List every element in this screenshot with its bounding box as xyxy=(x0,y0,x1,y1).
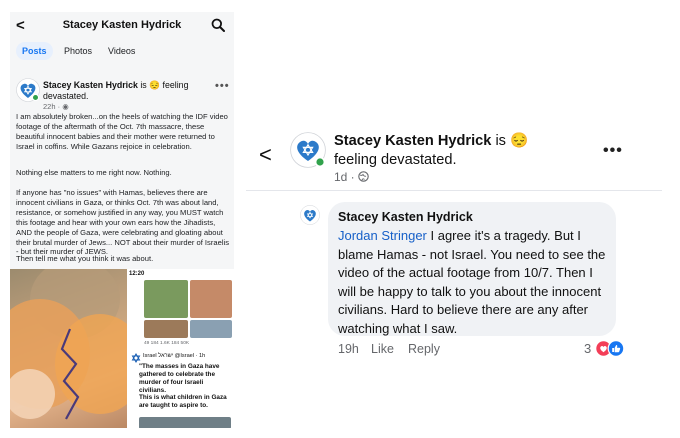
feeling-text: feeling devastated. xyxy=(334,152,457,168)
tweet-text-2: This is what children in Gaza are taught… xyxy=(139,394,227,409)
post-photo-woman[interactable] xyxy=(10,269,132,428)
globe-icon: ◉ xyxy=(62,102,69,111)
left-post-screenshot: < Stacey Kasten Hydrick Posts Photos Vid… xyxy=(10,12,234,428)
status-time: 12:20 xyxy=(129,271,145,277)
tweet-stats: 49 184 1.6K 184 50K xyxy=(144,341,190,346)
reaction-count: 3 xyxy=(584,341,592,356)
post-paragraph: I am absolutely broken...on the heels of… xyxy=(16,112,228,151)
post-timestamp: 1d · xyxy=(334,170,355,184)
tab-posts[interactable]: Posts xyxy=(16,42,53,60)
photo-baby xyxy=(190,320,232,338)
profile-title: Stacey Kasten Hydrick xyxy=(62,19,182,31)
photo-family xyxy=(144,280,188,318)
tab-videos[interactable]: Videos xyxy=(102,42,141,60)
profile-header: < Stacey Kasten Hydrick xyxy=(10,12,234,40)
more-options-icon[interactable]: ••• xyxy=(603,142,623,160)
comment-text: Jordan Stringer I agree it's a tragedy. … xyxy=(338,227,606,339)
author-name[interactable]: Stacey Kasten Hydrick xyxy=(43,80,138,90)
israel-flag-icon xyxy=(131,353,141,363)
more-options-icon[interactable]: ••• xyxy=(215,80,230,92)
reply-button[interactable]: Reply xyxy=(408,342,440,356)
post-author-line: Stacey Kasten Hydrick is 😔 feeling devas… xyxy=(334,132,574,170)
broken-heart-crack xyxy=(60,328,80,420)
post-timestamp: 22h · xyxy=(43,102,61,111)
feeling-emoji: 😔 xyxy=(510,133,529,149)
mention-link[interactable]: Jordan Stringer xyxy=(338,228,427,243)
post-paragraph: If anyone has "no issues" with Hamas, be… xyxy=(16,188,229,257)
globe-icon xyxy=(358,171,369,182)
post-author-line: Stacey Kasten Hydrick is 😔 feeling devas… xyxy=(43,80,213,102)
reaction-icons xyxy=(595,340,625,357)
comment-author[interactable]: Stacey Kasten Hydrick xyxy=(338,209,606,225)
avatar[interactable] xyxy=(290,132,326,168)
tab-photos[interactable]: Photos xyxy=(58,42,98,60)
photo-mother xyxy=(144,320,188,338)
comment-time: 19h xyxy=(338,342,359,356)
photo-children xyxy=(190,280,232,318)
like-button[interactable]: Like xyxy=(371,342,394,356)
tweet-text-1: "The masses in Gaza have gathered to cel… xyxy=(139,363,220,394)
tweet-video-thumbnail[interactable] xyxy=(139,417,231,428)
post-photo-tweet[interactable]: 12:20 49 184 1.6K 184 50K Israel ישראל @… xyxy=(127,269,234,428)
comment-body: I agree it's a tragedy. But I blame Hama… xyxy=(338,228,606,336)
divider xyxy=(246,190,662,191)
comment-bubble: Stacey Kasten Hydrick Jordan Stringer I … xyxy=(328,202,616,336)
feeling-prefix: is xyxy=(140,80,147,90)
avatar[interactable] xyxy=(16,78,40,102)
post-time: 1d · xyxy=(334,170,369,184)
back-icon[interactable]: < xyxy=(259,142,272,168)
search-icon[interactable] xyxy=(211,18,225,32)
post-paragraph: Nothing else matters to me right now. No… xyxy=(16,168,172,177)
like-reaction-icon xyxy=(607,340,625,357)
feeling-emoji: 😔 xyxy=(149,80,161,90)
author-name[interactable]: Stacey Kasten Hydrick xyxy=(334,133,491,149)
comment-avatar[interactable] xyxy=(300,205,320,225)
tweet-account[interactable]: Israel ישראל @Israel · 1h xyxy=(143,353,205,359)
post-paragraph: Then tell me what you think it was about… xyxy=(16,254,154,263)
feeling-prefix: is xyxy=(495,133,506,149)
post-time: 22h · ◉ xyxy=(43,102,69,111)
